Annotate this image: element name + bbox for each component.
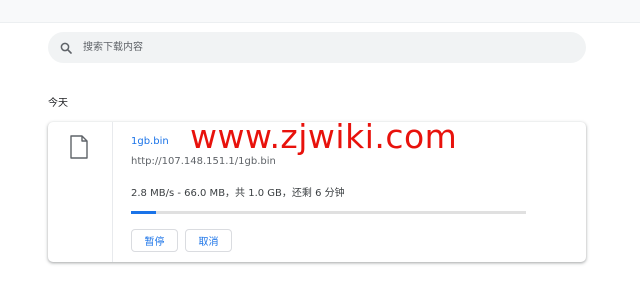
file-icon-column [48,122,113,262]
search-icon [59,41,73,55]
cancel-button[interactable]: 取消 [185,229,232,252]
download-status: 2.8 MB/s - 66.0 MB，共 1.0 GB，还剩 6 分钟 [131,188,345,199]
search-bar[interactable] [48,32,586,63]
watermark-text: www.zjwiki.com [190,117,458,156]
pause-button[interactable]: 暂停 [131,229,178,252]
file-icon [70,135,88,163]
search-input[interactable] [83,37,563,58]
top-toolbar-strip [0,0,640,23]
progress-bar [131,211,526,214]
file-url: http://107.148.151.1/1gb.bin [131,156,276,167]
file-name-link[interactable]: 1gb.bin [131,136,169,147]
section-date-heading: 今天 [48,98,68,109]
progress-bar-fill [131,211,157,214]
